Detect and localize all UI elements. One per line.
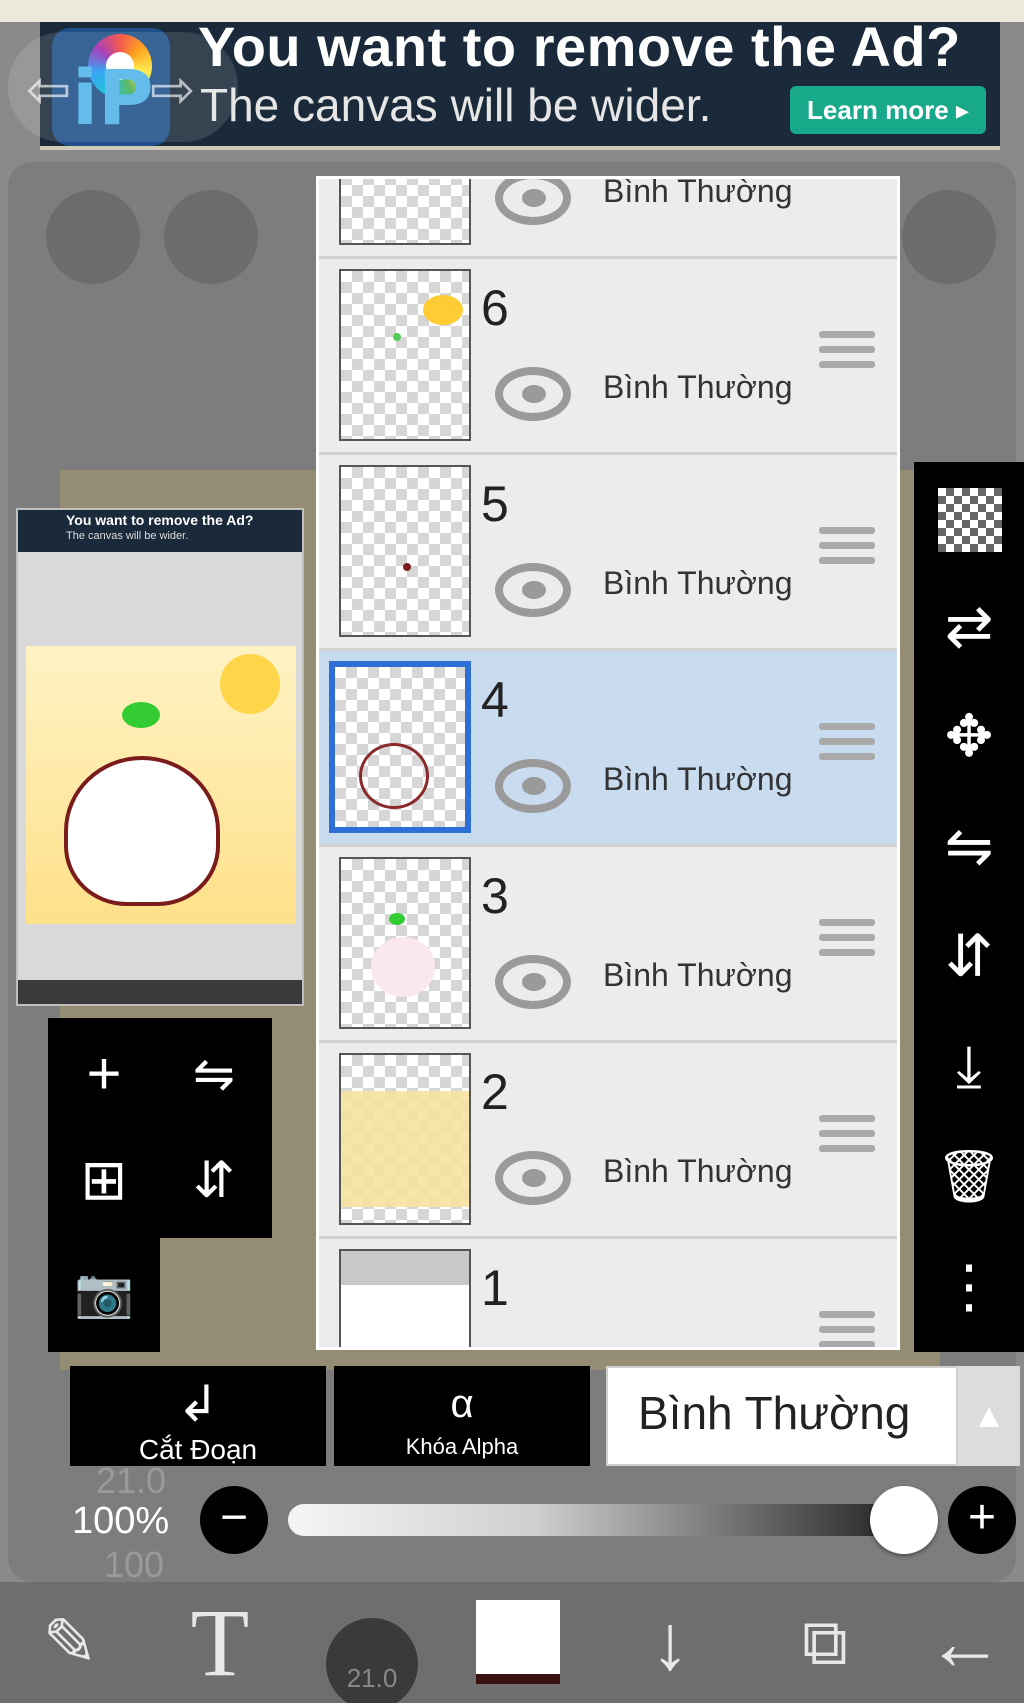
layer-row-selected[interactable]: 4 Bình Thường bbox=[319, 651, 897, 847]
learn-more-button[interactable]: Learn more ▸ bbox=[790, 86, 986, 134]
layer-blend-mode: Bình Thường bbox=[603, 957, 793, 993]
opacity-increase-button[interactable]: + bbox=[948, 1486, 1016, 1554]
duplicate-layer-button[interactable]: ⊞ bbox=[54, 1130, 154, 1230]
clip-arrow-icon: ↲ bbox=[177, 1376, 219, 1432]
layer-row[interactable]: 1 bbox=[319, 1239, 897, 1347]
add-layer-button[interactable]: + bbox=[54, 1024, 154, 1124]
drag-handle-icon[interactable] bbox=[819, 919, 875, 959]
down-arrow-icon[interactable]: ↓ bbox=[620, 1582, 720, 1703]
layer-number: 6 bbox=[481, 280, 509, 336]
preview-toolbar bbox=[18, 980, 302, 1004]
layer-number: 5 bbox=[481, 476, 509, 532]
layer-row[interactable]: 2 Bình Thường bbox=[319, 1043, 897, 1239]
flip-vertical-button[interactable]: ⇵ bbox=[164, 1130, 264, 1230]
clipping-button[interactable]: ↲ Cắt Đoạn bbox=[70, 1366, 326, 1466]
layer-row[interactable]: 3 Bình Thường bbox=[319, 847, 897, 1043]
layer-thumbnail bbox=[339, 465, 471, 637]
preview-artwork bbox=[26, 646, 296, 924]
preview-ad-subtitle: The canvas will be wider. bbox=[66, 530, 189, 542]
layer-blend-mode: Bình Thường bbox=[603, 761, 793, 797]
lock-icon: α bbox=[450, 1382, 474, 1426]
visibility-eye-icon[interactable] bbox=[495, 759, 571, 813]
ad-subtitle: The canvas will be wider. bbox=[200, 79, 712, 131]
drag-handle-icon[interactable] bbox=[819, 1115, 875, 1155]
forward-arrow-icon: ⇨ bbox=[150, 60, 196, 120]
move-layer-button[interactable]: ✥ bbox=[914, 682, 1024, 792]
ghost-brush-size: 21.0 bbox=[96, 1460, 167, 1501]
alpha-lock-button[interactable]: α Khóa Alpha bbox=[334, 1366, 590, 1466]
layer-blend-mode: Bình Thường bbox=[603, 565, 793, 601]
undo-icon bbox=[46, 190, 140, 284]
layer-thumbnail bbox=[339, 857, 471, 1029]
layer-number: 3 bbox=[481, 868, 509, 924]
visibility-eye-icon[interactable] bbox=[495, 563, 571, 617]
visibility-eye-icon[interactable] bbox=[495, 179, 571, 225]
layer-number: 2 bbox=[481, 1064, 509, 1120]
transparent-fill-button[interactable] bbox=[914, 462, 1024, 572]
layer-thumbnail bbox=[329, 661, 471, 833]
drag-handle-icon[interactable] bbox=[819, 1311, 875, 1347]
layer-blend-mode: Bình Thường bbox=[603, 369, 793, 405]
merge-down-button[interactable]: ⤓ bbox=[914, 1012, 1024, 1122]
layers-icon[interactable]: ⧉ bbox=[770, 1582, 880, 1703]
brush-size-indicator[interactable]: 21.0 bbox=[326, 1618, 418, 1703]
delete-layer-button[interactable]: 🗑 bbox=[914, 1122, 1024, 1232]
back-arrow-icon: ⇦ bbox=[26, 60, 72, 120]
layer-list[interactable]: Bình Thường 6 Bình Thường 5 Bình Thường … bbox=[316, 176, 900, 1350]
back-icon[interactable]: ← bbox=[910, 1582, 1020, 1703]
gallery-icon bbox=[902, 190, 996, 284]
layer-thumbnail bbox=[339, 1249, 471, 1347]
blend-mode-value: Bình Thường bbox=[638, 1387, 911, 1439]
layer-right-toolbar: ⇄ ✥ ⇋ ⇵ ⤓ 🗑 ⋮ bbox=[914, 462, 1024, 1352]
visibility-eye-icon[interactable] bbox=[495, 955, 571, 1009]
layer-thumbnail bbox=[339, 269, 471, 441]
visibility-eye-icon[interactable] bbox=[495, 367, 571, 421]
preview-ad-title: You want to remove the Ad? bbox=[66, 512, 254, 528]
ghost-brush-opacity: 100 bbox=[104, 1544, 165, 1585]
opacity-slider[interactable] bbox=[288, 1504, 908, 1536]
layer-thumbnail bbox=[339, 179, 471, 245]
layer-number: 1 bbox=[481, 1260, 509, 1316]
flip-vertical-icon[interactable]: ⇵ bbox=[914, 902, 1024, 1012]
layer-row[interactable]: 6 Bình Thường bbox=[319, 259, 897, 455]
alpha-lock-label: Khóa Alpha bbox=[405, 1434, 519, 1459]
camera-layer-button[interactable]: 📷 bbox=[54, 1244, 154, 1344]
visibility-eye-icon[interactable] bbox=[495, 1151, 571, 1205]
layer-blend-mode: Bình Thường bbox=[603, 1153, 793, 1189]
layer-thumbnail bbox=[339, 1053, 471, 1225]
opacity-slider-knob[interactable] bbox=[870, 1486, 938, 1554]
layer-blend-mode: Bình Thường bbox=[603, 176, 793, 209]
color-swatch[interactable] bbox=[476, 1600, 560, 1684]
layer-row[interactable]: 5 Bình Thường bbox=[319, 455, 897, 651]
layer-transfer-button[interactable]: ⇄ bbox=[914, 572, 1024, 682]
drag-handle-icon[interactable] bbox=[819, 527, 875, 567]
drag-handle-icon[interactable] bbox=[819, 331, 875, 371]
chevron-up-icon[interactable]: ▲ bbox=[958, 1366, 1020, 1466]
layer-number: 4 bbox=[481, 672, 509, 728]
transform-tool-icon[interactable]: ✎ bbox=[10, 1582, 130, 1703]
ad-title: You want to remove the Ad? bbox=[198, 15, 961, 78]
flip-horizontal-icon[interactable]: ⇋ bbox=[914, 792, 1024, 902]
flip-horizontal-button[interactable]: ⇋ bbox=[164, 1024, 264, 1124]
opacity-decrease-button[interactable]: − bbox=[200, 1486, 268, 1554]
text-tool-icon[interactable]: T bbox=[160, 1582, 280, 1703]
opacity-label: 100% bbox=[72, 1500, 170, 1542]
canvas-preview: You want to remove the Ad? The canvas wi… bbox=[16, 508, 304, 1006]
more-options-button[interactable]: ⋮ bbox=[914, 1232, 1024, 1342]
layer-row[interactable]: Bình Thường bbox=[319, 176, 897, 259]
drag-handle-icon[interactable] bbox=[819, 723, 875, 763]
checker-icon bbox=[938, 488, 1002, 552]
redo-icon bbox=[164, 190, 258, 284]
